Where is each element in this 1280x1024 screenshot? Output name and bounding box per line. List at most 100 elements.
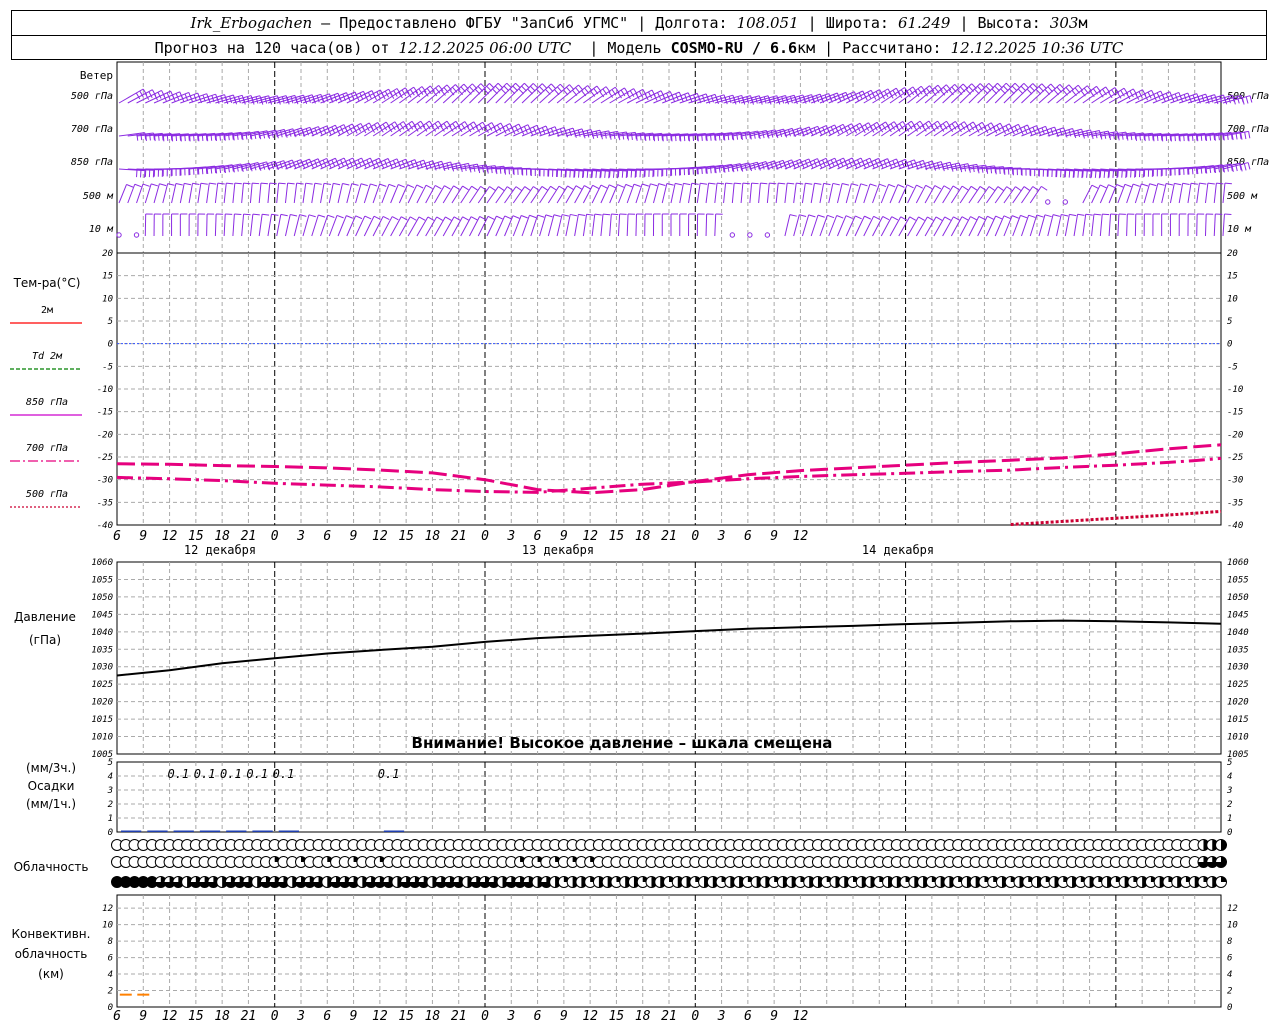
- wind-barb-flag: [524, 186, 531, 191]
- wind-barb-flag: [453, 185, 460, 190]
- wind-barb-flag: [1199, 182, 1207, 185]
- wind-barb-flag: [1077, 170, 1079, 178]
- wind-barb-flag: [897, 184, 905, 188]
- wind-barb: [872, 216, 884, 237]
- wind-barb: [258, 183, 262, 204]
- wind-barb: [302, 183, 307, 204]
- wind-barb-flag: [364, 215, 372, 220]
- wind-barb: [530, 214, 539, 237]
- wind-barb-flag: [1102, 213, 1110, 216]
- hour-tick-label: 21: [661, 529, 677, 544]
- wind-barb-flag: [1061, 214, 1069, 217]
- wind-barb: [907, 184, 917, 204]
- hour-tick-label-bottom: 0: [271, 1009, 279, 1024]
- temp-tick-right: 10: [1227, 294, 1238, 304]
- wind-barb: [1213, 214, 1216, 237]
- pressure-tick-left: 1060: [91, 558, 113, 568]
- precip-title: Осадки: [28, 779, 75, 793]
- wind-barb: [232, 214, 235, 237]
- precip-unit-3h: (мм/3ч.): [26, 761, 76, 775]
- wind-barb-flag: [1023, 186, 1031, 191]
- wind-barb-flag: [418, 216, 426, 221]
- wind-barb-flag: [327, 214, 335, 218]
- hour-tick-label-bottom: 3: [717, 1009, 726, 1024]
- hour-tick-label-bottom: 15: [609, 1009, 625, 1024]
- wind-barb-flag: [617, 184, 625, 188]
- wind-barb-flag: [650, 183, 658, 187]
- pressure-tick-right: 1060: [1227, 558, 1249, 568]
- wind-barb-flag: [906, 184, 914, 189]
- wind-barb: [863, 216, 875, 237]
- wind-barb: [600, 214, 604, 237]
- wind-barb: [381, 184, 390, 204]
- wind-barb: [758, 183, 761, 204]
- wind-barb-flag: [305, 182, 313, 185]
- wind-barb-flag: [600, 184, 608, 189]
- wind-barb: [933, 216, 946, 237]
- wind-barb: [635, 213, 638, 237]
- wind-barb: [547, 214, 555, 237]
- wind-level-label-left: 850 гПа: [71, 157, 113, 168]
- wind-barb: [407, 120, 430, 137]
- wind-barb-flag: [533, 186, 540, 191]
- wind-barb-flag: [1069, 213, 1077, 217]
- wind-barb-flag: [521, 215, 528, 219]
- hour-tick-label-bottom: 18: [214, 1009, 230, 1024]
- wind-barb-flag: [942, 87, 949, 93]
- wind-barb: [451, 121, 475, 137]
- wind-barb-flag: [355, 215, 363, 220]
- wind-calm-marker: [1045, 199, 1051, 205]
- wind-barb: [442, 121, 466, 137]
- wind-barb-flag: [346, 215, 354, 219]
- wind-barb: [311, 214, 319, 237]
- wind-barb: [293, 214, 301, 237]
- wind-barb: [1108, 214, 1112, 237]
- wind-barb-flag: [753, 163, 756, 171]
- wind-barb-flag: [1032, 186, 1039, 191]
- wind-barb-flag: [425, 184, 433, 189]
- hour-tick-label: 6: [113, 529, 121, 544]
- wind-barb: [784, 183, 788, 204]
- wind-barb-flag: [126, 184, 134, 188]
- wind-barb: [302, 214, 310, 237]
- wind-barb-flag: [763, 96, 767, 104]
- hour-tick-label-bottom: 6: [113, 1009, 121, 1024]
- temp-tick-left: -20: [97, 430, 113, 440]
- wind-barb: [889, 184, 899, 204]
- wind-barb-flag: [836, 215, 844, 219]
- wind-barb-flag: [388, 183, 396, 188]
- temp-tick-left: -5: [102, 362, 113, 372]
- wind-barb: [249, 183, 253, 204]
- hour-tick-label-bottom: 12: [162, 1009, 178, 1024]
- wind-barb-flag: [918, 216, 925, 221]
- hour-tick-label: 21: [241, 529, 257, 544]
- wind-barb: [1126, 213, 1128, 237]
- hour-tick-label: 15: [609, 529, 625, 544]
- wind-barb-flag: [584, 185, 591, 190]
- wind-barb: [539, 83, 561, 104]
- wind-barb-flag: [700, 182, 708, 185]
- wind-barb-flag: [487, 215, 495, 220]
- wind-barb-flag: [252, 213, 260, 216]
- conv-tick-left: 2: [108, 987, 113, 997]
- wind-barb-flag: [489, 186, 496, 191]
- wind-barb: [320, 183, 325, 204]
- temp-tick-left: 5: [108, 317, 113, 327]
- wind-barb-flag: [550, 185, 557, 191]
- hour-tick-label-bottom: 9: [350, 1009, 358, 1024]
- legend-label: 2м: [41, 305, 53, 316]
- legend-label: 850 гПа: [26, 397, 68, 408]
- wind-barb-flag: [909, 216, 916, 221]
- wind-barb-flag: [864, 215, 871, 220]
- wind-barb-flag: [778, 182, 786, 185]
- hour-tick-label: 12: [582, 529, 598, 544]
- wind-barb-flag: [436, 216, 443, 221]
- wind-barb: [959, 216, 971, 237]
- legend-label: 500 гПа: [26, 489, 68, 500]
- wind-barb-flag: [506, 186, 514, 192]
- wind-barb: [942, 216, 954, 237]
- wind-barb-flag: [288, 129, 292, 137]
- wind-barb: [591, 214, 596, 237]
- wind-barb-flag: [716, 182, 725, 185]
- wind-barb: [451, 83, 473, 104]
